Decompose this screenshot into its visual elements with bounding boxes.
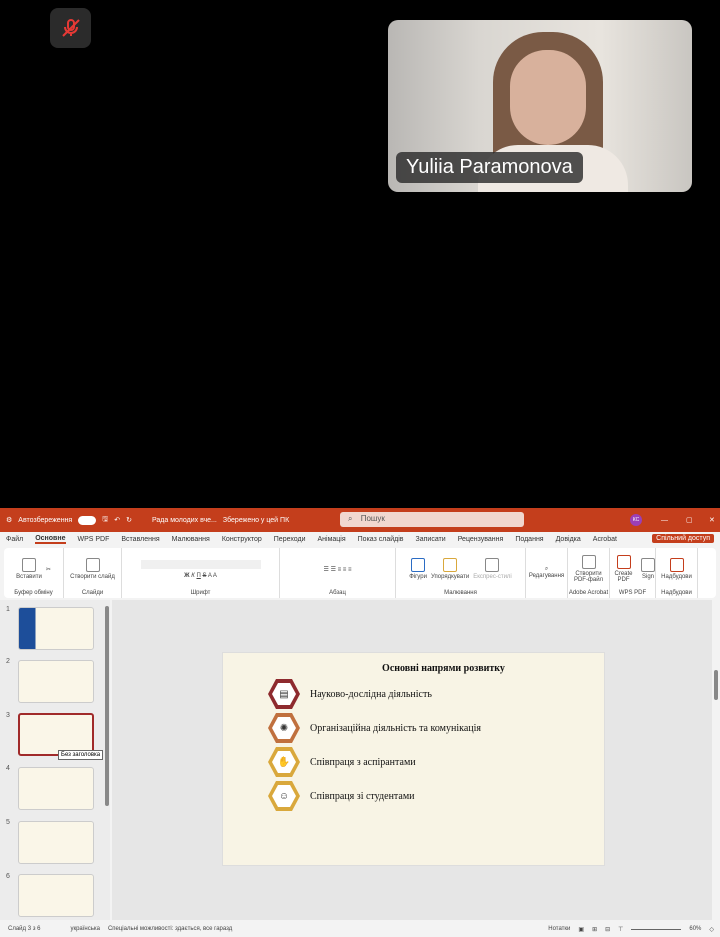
slide-title: Основні напрями розвитку [382,663,505,674]
new-slide-icon [85,558,100,572]
zoom-slider[interactable] [631,928,682,930]
fit-slide-icon[interactable]: ◇ [709,926,714,933]
wps-create-pdf-button[interactable]: Create PDF [610,555,637,583]
handshake-icon: ✋ [272,751,296,773]
ribbon: Вставити ✂ Буфер обміну Створити слайд Слай… [4,548,716,598]
save-status[interactable]: Збережено у цей ПК [223,517,289,524]
slide-item: ▤ Науково-дослідна діяльність [268,679,432,709]
paste-button[interactable]: Вставити [16,558,42,580]
arrange-button[interactable]: Упорядкувати [431,558,469,580]
thumbnail-tooltip: Без заголовка [58,750,104,760]
save-icon[interactable]: 🖫 [102,515,108,526]
mic-muted-button[interactable] [50,8,91,48]
group-drawing: Фігури Упорядкувати Експрес-стилі Малювання [396,548,526,598]
tab-slideshow[interactable]: Показ слайдів [358,536,404,543]
tab-help[interactable]: Довідка [556,536,581,543]
reading-view-icon[interactable]: ⊟ [605,926,610,933]
bold-button[interactable]: Ж [184,573,189,579]
addins-button[interactable]: Надбудови [661,558,692,580]
tab-animations[interactable]: Анімація [317,536,345,543]
autosave-label: Автозбереження [18,516,73,524]
tab-file[interactable]: Файл [6,536,23,543]
group-paragraph: ☰ ☰ ≡ ≡ ≡ Абзац [280,548,396,598]
group-addins: Надбудови Надбудови [656,548,698,598]
font-select[interactable] [140,559,261,569]
tab-record[interactable]: Записати [416,536,446,543]
user-avatar[interactable]: КС [630,514,642,526]
group-font: Ж К П S A A Шрифт [122,548,280,598]
slide-thumbnail[interactable] [18,874,94,917]
slideshow-icon[interactable]: ⊤ [618,926,623,933]
new-slide-button[interactable]: Створити слайд [70,558,115,580]
tab-review[interactable]: Рецензування [458,536,504,543]
doc-title: Рада молодих вче... [151,516,217,524]
lightbulb-icon: ✺ [272,717,296,739]
tab-view[interactable]: Подання [515,536,543,543]
cut-icon[interactable]: ✂ [46,566,51,573]
editing-button[interactable]: ⌕ Редагування [529,566,564,579]
tab-transitions[interactable]: Переходи [274,536,306,543]
tab-home[interactable]: Основне [35,535,66,544]
title-bar: ⚙ Автозбереження 🖫 ↶ ↻ Рада молодих вче.… [0,508,720,532]
group-slides: Створити слайд Слайди [64,548,122,598]
undo-icon[interactable]: ↶ [114,516,120,524]
redo-icon[interactable]: ↻ [126,516,132,524]
mic-off-icon [61,19,80,37]
tab-wps-pdf[interactable]: WPS PDF [78,536,110,543]
tab-insert[interactable]: Вставлення [121,536,159,543]
slide-thumbnail[interactable] [18,660,94,703]
group-editing: ⌕ Редагування [526,548,568,598]
tab-acrobat[interactable]: Acrobat [593,536,617,543]
slide-item: ✋ Співпраця з аспірантами [268,747,416,777]
sorter-view-icon[interactable]: ⊞ [592,926,597,933]
people-icon: ☺ [272,785,296,807]
group-clipboard: Вставити ✂ Буфер обміну [4,548,64,598]
italic-button[interactable]: К [191,573,195,579]
slide-thumbnail[interactable] [18,607,94,650]
zoom-level[interactable]: 60% [689,926,701,932]
paste-icon [21,558,36,572]
status-bar: Слайд 3 з 6 українська Спеціальні можлив… [0,921,720,937]
clipboard-icon: ▤ [272,683,296,705]
slide-counter: Слайд 3 з 6 [8,926,41,932]
underline-button[interactable]: П [196,573,200,579]
quick-styles-button[interactable]: Експрес-стилі [473,558,512,580]
sign-button[interactable]: Sign [641,558,655,580]
restore-button[interactable]: ▢ [686,516,693,524]
group-adobe: Створити PDF-файл Adobe Acrobat [568,548,610,598]
search-input[interactable]: ⌕ Пошук [340,512,524,527]
autosave-toggle[interactable] [78,515,97,525]
accessibility-status[interactable]: Спеціальні можливості: здається, все гар… [108,926,232,932]
slide-thumbnail[interactable] [18,767,94,810]
paragraph-buttons[interactable]: ☰ ☰ ≡ ≡ ≡ [324,548,352,590]
tab-design[interactable]: Конструктор [222,536,262,543]
share-button[interactable]: Спільний доступ [652,534,714,543]
normal-view-icon[interactable]: ▣ [578,926,584,933]
thumbnails-scrollbar[interactable] [105,606,109,806]
minimize-button[interactable]: — [661,517,668,524]
strike-button[interactable]: S [202,573,206,579]
app-icon: ⚙ [6,517,13,524]
participant-name: Yuliia Paramonova [396,152,583,183]
ribbon-tabs: Файл Основне WPS PDF Вставлення Малюванн… [0,532,720,547]
slide-thumbnail[interactable] [18,821,94,864]
slide-item: ✺ Організаційна діяльність та комунікація [268,713,481,743]
notes-button[interactable]: Нотатки [548,926,570,932]
pdf-icon [581,555,596,569]
create-pdf-button[interactable]: Створити PDF-файл [568,555,609,583]
slide-thumbnails-pane: 1 2 3 Без заголовка 4 5 6 [0,600,110,920]
close-button[interactable]: ✕ [709,516,715,524]
slide[interactable]: Основні напрями розвитку ▤ Науково-дослід… [222,652,605,866]
canvas-scrollbar[interactable] [712,600,720,920]
language[interactable]: українська [70,926,100,932]
slide-item: ☺ Співпраця зі студентами [268,781,415,811]
group-wps: Create PDF Sign WPS PDF [610,548,656,598]
tab-draw[interactable]: Малювання [172,536,210,543]
shapes-button[interactable]: Фігури [409,558,427,580]
